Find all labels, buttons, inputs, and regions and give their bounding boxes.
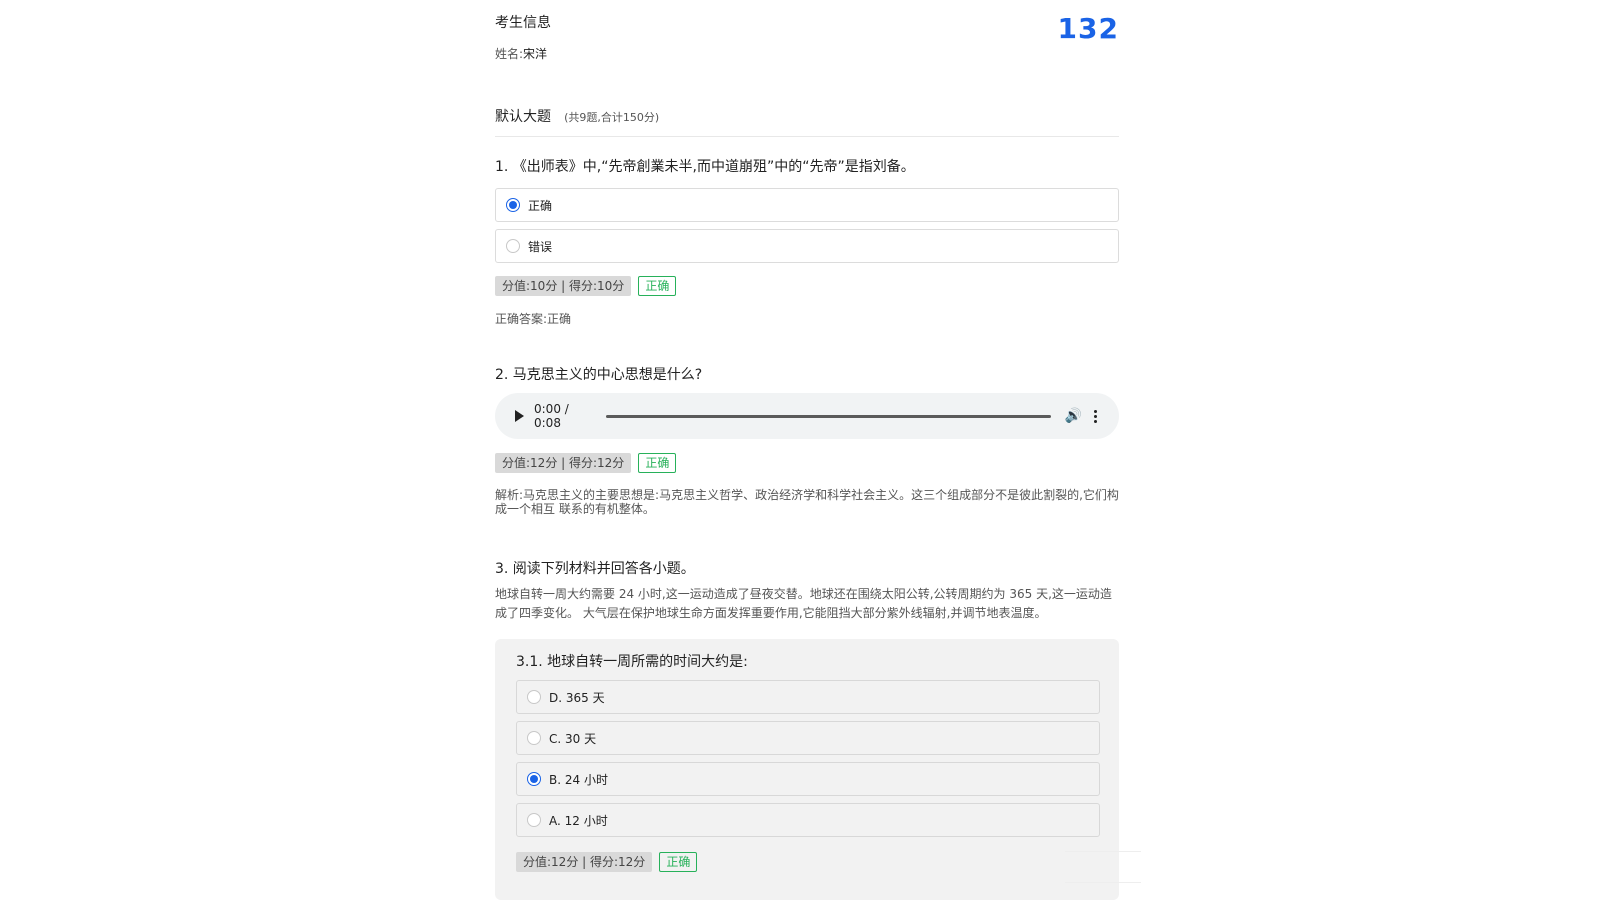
radio-icon[interactable] (527, 731, 541, 745)
answer-label: 正确答案: (495, 312, 548, 326)
answer-value: 正确 (547, 312, 572, 326)
q3-material: 地球自转一周大约需要 24 小时,这一运动造成了昼夜交替。地球还在围绕太阳公转,… (495, 587, 1112, 620)
option-label: 错误 (528, 239, 553, 254)
volume-icon[interactable]: 🔊 (1065, 408, 1082, 424)
radio-checked-icon[interactable] (527, 772, 541, 786)
option-label: 正确 (528, 198, 553, 213)
option-label: C. 30 天 (549, 731, 597, 746)
divider-line (1065, 882, 1141, 883)
student-name-row: 姓名:宋洋 (495, 45, 547, 62)
q3-1-option-c[interactable]: C. 30 天 (516, 721, 1100, 755)
student-info-title: 考生信息 (495, 15, 551, 31)
q1-score-row: 分值:10分 | 得分:10分 正确 (495, 276, 677, 296)
option-label: A. 12 小时 (549, 813, 608, 828)
exam-result-page: 考生信息 姓名:宋洋 132 默认大题 (共9题,合计150分) 1. 《出师表… (495, 0, 1119, 900)
section-title: 默认大题 (495, 109, 551, 125)
q3-1-option-b[interactable]: B. 24 小时 (516, 762, 1100, 796)
q3-1-title: 3.1. 地球自转一周所需的时间大约是: (516, 654, 748, 670)
section-divider (495, 136, 1119, 137)
score-chip: 分值:12分 | 得分:12分 (516, 852, 653, 872)
q1-option-wrong[interactable]: 错误 (495, 229, 1119, 263)
radio-checked-icon[interactable] (506, 198, 520, 212)
status-badge: 正确 (659, 852, 698, 872)
q3-1-option-a[interactable]: A. 12 小时 (516, 803, 1100, 837)
play-icon[interactable] (515, 410, 524, 422)
q1-option-correct[interactable]: 正确 (495, 188, 1119, 222)
q2-title: 2. 马克思主义的中心思想是什么? (495, 367, 703, 383)
q3-1-score-row: 分值:12分 | 得分:12分 正确 (516, 852, 698, 872)
audio-progress-track[interactable] (606, 414, 1051, 418)
radio-icon[interactable] (527, 690, 541, 704)
q2-score-row: 分值:12分 | 得分:12分 正确 (495, 453, 677, 473)
total-score: 132 (1057, 12, 1119, 45)
section-header: 默认大题 (共9题,合计150分) (495, 106, 659, 126)
radio-icon[interactable] (527, 813, 541, 827)
student-name-value: 宋洋 (523, 47, 548, 61)
audio-time: 0:00 / 0:08 (534, 402, 569, 430)
q1-title: 1. 《出师表》中,“先帝創業未半,而中道崩殂”中的“先帝”是指刘备。 (495, 159, 915, 175)
status-badge: 正确 (638, 453, 677, 473)
q2-explanation: 解析:马克思主义的主要思想是:马克思主义哲学、政治经济学和科学社会主义。这三个组… (495, 488, 1119, 516)
q1-correct-answer: 正确答案:正确 (495, 310, 571, 327)
radio-icon[interactable] (506, 239, 520, 253)
more-vertical-icon[interactable] (1094, 409, 1097, 423)
score-chip: 分值:12分 | 得分:12分 (495, 453, 632, 473)
divider-line (1065, 851, 1141, 852)
option-label: D. 365 天 (549, 690, 605, 705)
student-name-label: 姓名: (495, 47, 524, 61)
q3-1-option-d[interactable]: D. 365 天 (516, 680, 1100, 714)
option-label: B. 24 小时 (549, 772, 608, 787)
section-summary: (共9题,合计150分) (564, 111, 660, 124)
audio-player[interactable]: 0:00 / 0:08 🔊 (495, 393, 1119, 439)
q3-title: 3. 阅读下列材料并回答各小题。 (495, 561, 695, 577)
q3-sub-question-panel: 3.1. 地球自转一周所需的时间大约是: D. 365 天 C. 30 天 B.… (495, 639, 1119, 900)
score-chip: 分值:10分 | 得分:10分 (495, 276, 632, 296)
status-badge: 正确 (638, 276, 677, 296)
